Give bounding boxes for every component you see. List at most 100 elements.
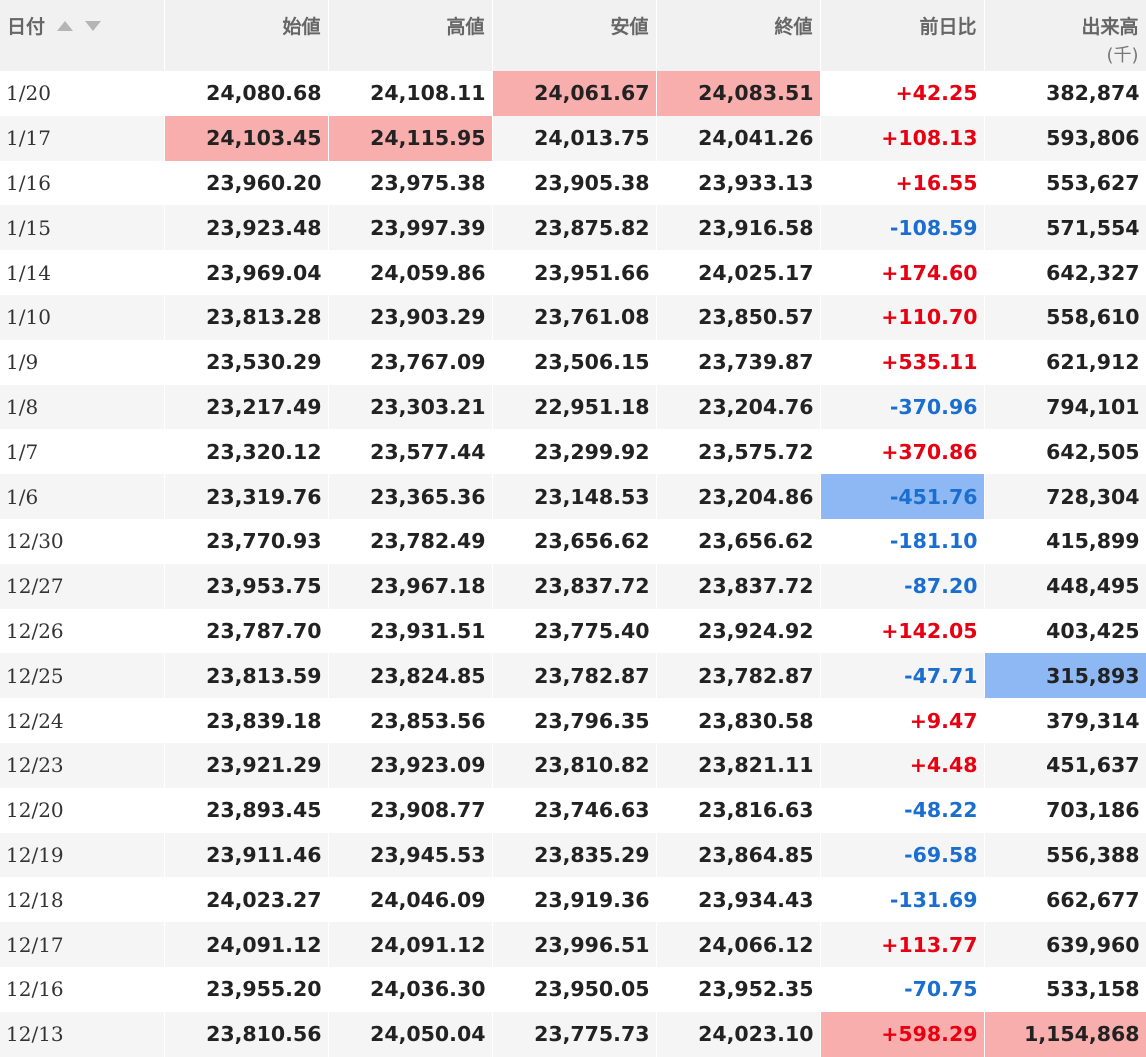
cell-close: 23,204.86 xyxy=(656,474,821,519)
cell-open: 23,813.59 xyxy=(164,653,329,699)
price-history-table: 日付 始値 高値 安値 終値 前日比 出来高 (千) 1/20 24,080.68… xyxy=(0,0,1146,1057)
cell-open: 23,960.20 xyxy=(164,160,329,206)
cell-date: 12/13 xyxy=(0,1011,165,1057)
column-header-change: 前日比 xyxy=(820,0,985,71)
cell-high: 23,303.21 xyxy=(328,384,493,430)
cell-low: 23,919.36 xyxy=(492,877,657,923)
table-header: 日付 始値 高値 安値 終値 前日比 出来高 (千) xyxy=(0,0,1146,71)
cell-open: 23,320.12 xyxy=(164,429,329,475)
cell-low: 23,950.05 xyxy=(492,966,657,1012)
cell-close: 24,041.26 xyxy=(656,115,821,161)
cell-change: +4.48 xyxy=(820,742,985,788)
cell-high: 24,050.04 xyxy=(328,1011,493,1057)
table-row: 12/26 23,787.70 23,931.51 23,775.40 23,924.9… xyxy=(0,608,1146,654)
cell-low: 24,061.67 xyxy=(492,71,657,116)
cell-date: 12/26 xyxy=(0,608,165,654)
cell-open: 23,810.56 xyxy=(164,1011,329,1057)
cell-open: 23,923.48 xyxy=(164,205,329,251)
cell-volume: 662,677 xyxy=(984,877,1146,923)
cell-low: 23,996.51 xyxy=(492,922,657,967)
cell-high: 23,824.85 xyxy=(328,653,493,699)
cell-open: 23,921.29 xyxy=(164,742,329,788)
cell-close: 23,739.87 xyxy=(656,339,821,385)
cell-volume: 448,495 xyxy=(984,563,1146,609)
table-row: 12/17 24,091.12 24,091.12 23,996.51 24,066.1… xyxy=(0,922,1146,967)
cell-volume: 621,912 xyxy=(984,339,1146,385)
cell-date: 1/8 xyxy=(0,384,165,430)
cell-date: 1/6 xyxy=(0,474,165,519)
table-row: 1/15 23,923.48 23,997.39 23,875.82 23,916.58… xyxy=(0,205,1146,251)
cell-low: 24,013.75 xyxy=(492,115,657,161)
cell-high: 24,059.86 xyxy=(328,250,493,295)
cell-change: -108.59 xyxy=(820,205,985,251)
cell-change: +16.55 xyxy=(820,160,985,206)
cell-date: 12/27 xyxy=(0,563,165,609)
cell-change: -131.69 xyxy=(820,877,985,923)
cell-volume: 571,554 xyxy=(984,205,1146,251)
cell-date: 12/19 xyxy=(0,832,165,878)
cell-open: 24,080.68 xyxy=(164,71,329,116)
cell-close: 23,933.13 xyxy=(656,160,821,206)
column-header-date-label: 日付 xyxy=(7,16,46,38)
cell-open: 23,969.04 xyxy=(164,250,329,295)
sort-descending-icon[interactable] xyxy=(84,20,102,32)
cell-low: 23,775.40 xyxy=(492,608,657,654)
cell-date: 1/9 xyxy=(0,339,165,385)
cell-high: 23,967.18 xyxy=(328,563,493,609)
cell-high: 24,115.95 xyxy=(328,115,493,161)
cell-low: 23,905.38 xyxy=(492,160,657,206)
table-row: 1/14 23,969.04 24,059.86 23,951.66 24,025.17… xyxy=(0,250,1146,295)
cell-change: +535.11 xyxy=(820,339,985,385)
cell-low: 22,951.18 xyxy=(492,384,657,430)
cell-high: 23,577.44 xyxy=(328,429,493,475)
table-row: 12/16 23,955.20 24,036.30 23,950.05 23,952.3… xyxy=(0,966,1146,1012)
cell-date: 12/20 xyxy=(0,787,165,833)
cell-change: -87.20 xyxy=(820,563,985,609)
table-row: 12/18 24,023.27 24,046.09 23,919.36 23,934.4… xyxy=(0,877,1146,923)
cell-volume: 379,314 xyxy=(984,698,1146,743)
cell-low: 23,656.62 xyxy=(492,518,657,564)
cell-volume: 639,960 xyxy=(984,922,1146,967)
cell-date: 1/17 xyxy=(0,115,165,161)
cell-low: 23,782.87 xyxy=(492,653,657,699)
cell-open: 23,530.29 xyxy=(164,339,329,385)
cell-high: 23,975.38 xyxy=(328,160,493,206)
cell-open: 23,955.20 xyxy=(164,966,329,1012)
cell-close: 23,816.63 xyxy=(656,787,821,833)
cell-low: 23,299.92 xyxy=(492,429,657,475)
cell-high: 23,782.49 xyxy=(328,518,493,564)
cell-close: 23,934.43 xyxy=(656,877,821,923)
cell-high: 23,923.09 xyxy=(328,742,493,788)
cell-high: 23,903.29 xyxy=(328,294,493,340)
column-header-date[interactable]: 日付 xyxy=(0,0,165,71)
cell-change: -69.58 xyxy=(820,832,985,878)
column-header-low: 安値 xyxy=(492,0,657,71)
cell-low: 23,506.15 xyxy=(492,339,657,385)
cell-change: +113.77 xyxy=(820,922,985,967)
cell-close: 23,952.35 xyxy=(656,966,821,1012)
sort-ascending-icon[interactable] xyxy=(56,20,74,32)
table-row: 1/17 24,103.45 24,115.95 24,013.75 24,041.26… xyxy=(0,115,1146,161)
cell-change: +9.47 xyxy=(820,698,985,743)
cell-volume: 558,610 xyxy=(984,294,1146,340)
table-row: 1/16 23,960.20 23,975.38 23,905.38 23,933.13… xyxy=(0,160,1146,206)
cell-volume: 451,637 xyxy=(984,742,1146,788)
cell-high: 23,767.09 xyxy=(328,339,493,385)
cell-open: 23,953.75 xyxy=(164,563,329,609)
cell-low: 23,810.82 xyxy=(492,742,657,788)
column-header-open: 始値 xyxy=(164,0,329,71)
cell-open: 24,091.12 xyxy=(164,922,329,967)
cell-volume: 642,327 xyxy=(984,250,1146,295)
table-row: 12/23 23,921.29 23,923.09 23,810.82 23,821.1… xyxy=(0,742,1146,788)
cell-open: 23,319.76 xyxy=(164,474,329,519)
cell-change: -451.76 xyxy=(820,474,985,519)
cell-low: 23,148.53 xyxy=(492,474,657,519)
cell-open: 23,813.28 xyxy=(164,294,329,340)
table-row: 1/9 23,530.29 23,767.09 23,506.15 23,739.87 +… xyxy=(0,339,1146,385)
cell-date: 12/30 xyxy=(0,518,165,564)
table-row: 1/8 23,217.49 23,303.21 22,951.18 23,204.76-… xyxy=(0,384,1146,430)
cell-close: 23,864.85 xyxy=(656,832,821,878)
cell-open: 24,023.27 xyxy=(164,877,329,923)
cell-volume: 728,304 xyxy=(984,474,1146,519)
cell-date: 1/20 xyxy=(0,71,165,116)
